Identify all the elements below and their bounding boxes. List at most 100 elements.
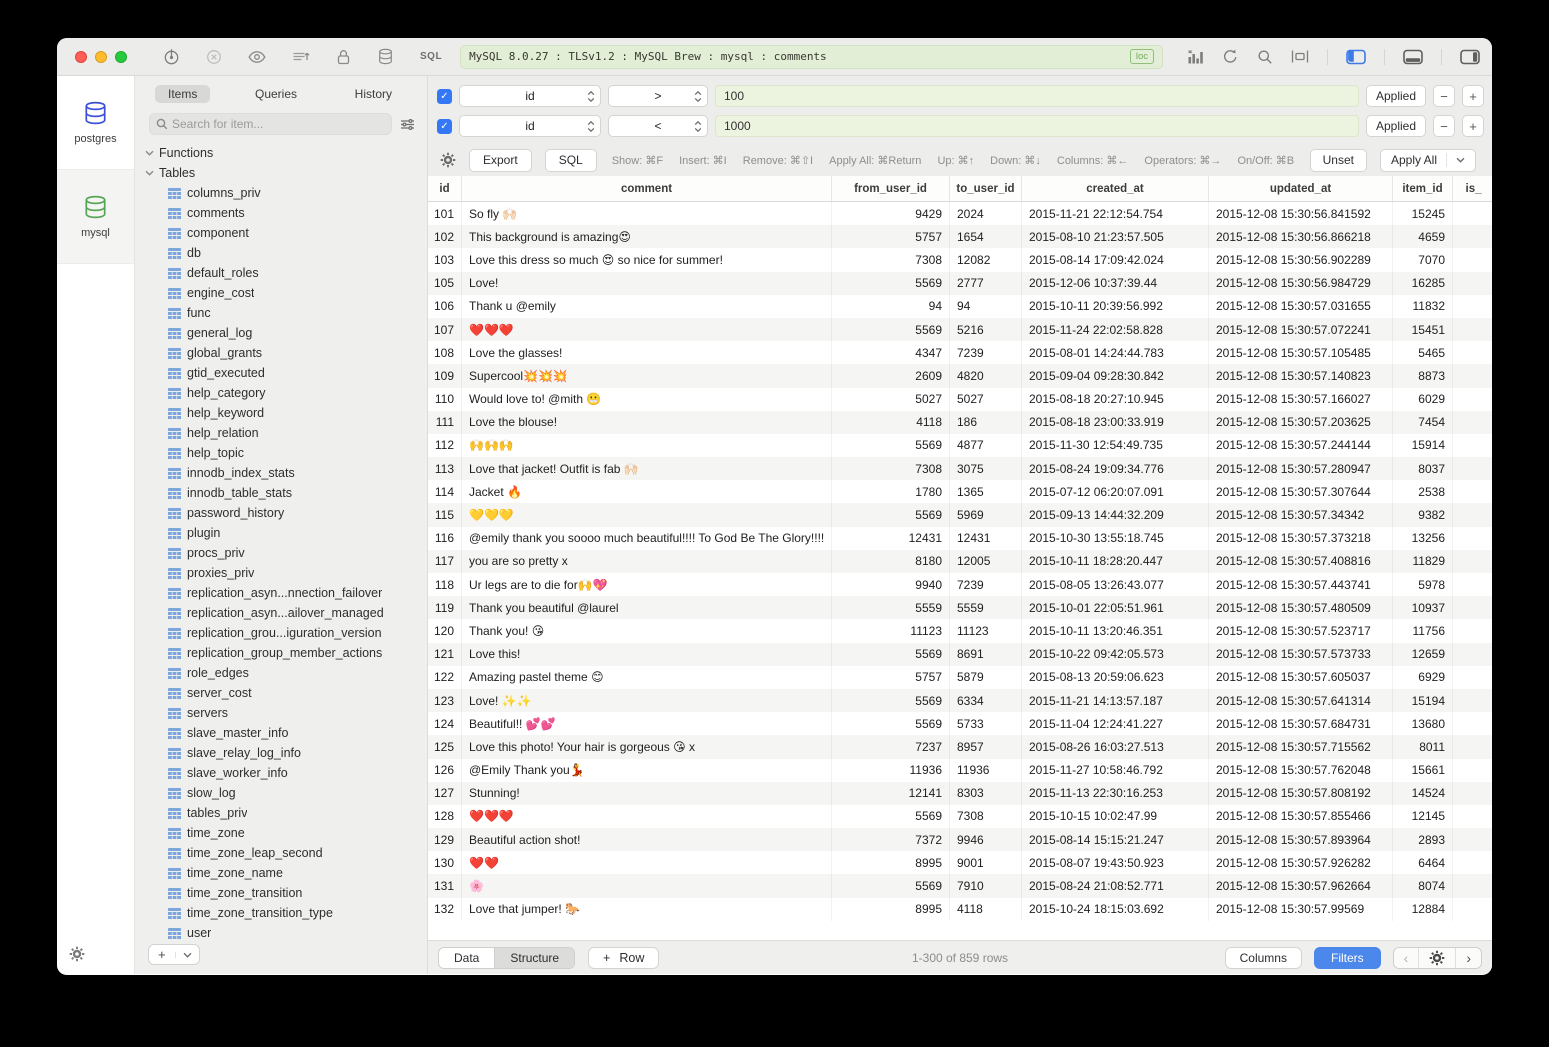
cell-id[interactable]: 126 bbox=[428, 759, 462, 782]
cell-id[interactable]: 113 bbox=[428, 457, 462, 480]
cell-to_user_id[interactable]: 6334 bbox=[950, 689, 1022, 712]
cell-updated_at[interactable]: 2015-12-08 15:30:56.866218 bbox=[1209, 225, 1393, 248]
sidebar-table-item[interactable]: procs_priv bbox=[135, 543, 427, 563]
filter-field-select[interactable]: id bbox=[459, 115, 601, 137]
log-icon[interactable] bbox=[292, 49, 310, 64]
cell-created_at[interactable]: 2015-08-24 19:09:34.776 bbox=[1022, 457, 1209, 480]
filter-operator-select[interactable]: > bbox=[608, 85, 708, 107]
tab-data[interactable]: Data bbox=[439, 948, 494, 968]
connect-icon[interactable] bbox=[163, 48, 180, 65]
sidebar-table-item[interactable]: tables_priv bbox=[135, 803, 427, 823]
cell-comment[interactable]: Stunning! bbox=[462, 782, 832, 805]
cell-created_at[interactable]: 2015-11-21 22:12:54.754 bbox=[1022, 202, 1209, 225]
cell-comment[interactable]: Thank you beautiful @laurel bbox=[462, 596, 832, 619]
cell-is_[interactable] bbox=[1453, 202, 1492, 225]
cell-from_user_id[interactable]: 2609 bbox=[832, 364, 950, 387]
cell-updated_at[interactable]: 2015-12-08 15:30:57.244144 bbox=[1209, 434, 1393, 457]
filter-options-icon[interactable] bbox=[400, 118, 415, 131]
cell-created_at[interactable]: 2015-11-04 12:24:41.227 bbox=[1022, 712, 1209, 735]
sidebar-table-item[interactable]: innodb_table_stats bbox=[135, 483, 427, 503]
toggle-bottom-panel-icon[interactable] bbox=[1403, 49, 1423, 65]
cell-to_user_id[interactable]: 12082 bbox=[950, 248, 1022, 271]
page-settings-gear-icon[interactable] bbox=[1418, 948, 1455, 968]
sidebar-table-item[interactable]: time_zone_transition_type bbox=[135, 903, 427, 923]
cell-comment[interactable]: 🙌🙌🙌 bbox=[462, 434, 832, 457]
filter-enabled-checkbox[interactable] bbox=[437, 89, 452, 104]
table-row[interactable]: 105Love!556927772015-12-06 10:37:39.4420… bbox=[428, 272, 1492, 295]
cell-created_at[interactable]: 2015-10-24 18:15:03.692 bbox=[1022, 898, 1209, 921]
table-row[interactable]: 130❤️❤️899590012015-08-07 19:43:50.92320… bbox=[428, 851, 1492, 874]
remove-filter-button[interactable]: − bbox=[1433, 85, 1455, 107]
cell-is_[interactable] bbox=[1453, 411, 1492, 434]
cell-created_at[interactable]: 2015-11-30 12:54:49.735 bbox=[1022, 434, 1209, 457]
cell-from_user_id[interactable]: 11936 bbox=[832, 759, 950, 782]
sidebar-table-item[interactable]: time_zone bbox=[135, 823, 427, 843]
cell-comment[interactable]: This background is amazing😍 bbox=[462, 225, 832, 248]
cell-to_user_id[interactable]: 3075 bbox=[950, 457, 1022, 480]
cell-to_user_id[interactable]: 5879 bbox=[950, 666, 1022, 689]
cell-to_user_id[interactable]: 94 bbox=[950, 295, 1022, 318]
cell-item_id[interactable]: 15661 bbox=[1393, 759, 1453, 782]
table-row[interactable]: 106Thank u @emily94942015-10-11 20:39:56… bbox=[428, 295, 1492, 318]
cell-is_[interactable] bbox=[1453, 318, 1492, 341]
search-input[interactable] bbox=[172, 117, 385, 131]
cell-updated_at[interactable]: 2015-12-08 15:30:57.523717 bbox=[1209, 619, 1393, 642]
cell-to_user_id[interactable]: 1654 bbox=[950, 225, 1022, 248]
cell-created_at[interactable]: 2015-10-11 20:39:56.992 bbox=[1022, 295, 1209, 318]
add-filter-button[interactable]: + bbox=[1462, 115, 1484, 137]
cell-to_user_id[interactable]: 8691 bbox=[950, 643, 1022, 666]
cell-updated_at[interactable]: 2015-12-08 15:30:57.715562 bbox=[1209, 735, 1393, 758]
table-row[interactable]: 119Thank you beautiful @laurel5559555920… bbox=[428, 596, 1492, 619]
cell-item_id[interactable]: 6464 bbox=[1393, 851, 1453, 874]
column-header-updated_at[interactable]: updated_at bbox=[1209, 176, 1393, 201]
cell-updated_at[interactable]: 2015-12-08 15:30:57.373218 bbox=[1209, 527, 1393, 550]
cell-is_[interactable] bbox=[1453, 782, 1492, 805]
cell-updated_at[interactable]: 2015-12-08 15:30:57.893964 bbox=[1209, 828, 1393, 851]
cell-is_[interactable] bbox=[1453, 457, 1492, 480]
cell-item_id[interactable]: 16285 bbox=[1393, 272, 1453, 295]
unset-button[interactable]: Unset bbox=[1310, 149, 1367, 172]
cell-is_[interactable] bbox=[1453, 341, 1492, 364]
cell-id[interactable]: 132 bbox=[428, 898, 462, 921]
cell-updated_at[interactable]: 2015-12-08 15:30:57.762048 bbox=[1209, 759, 1393, 782]
cell-is_[interactable] bbox=[1453, 388, 1492, 411]
cell-created_at[interactable]: 2015-11-27 10:58:46.792 bbox=[1022, 759, 1209, 782]
cell-is_[interactable] bbox=[1453, 480, 1492, 503]
table-row[interactable]: 131🌸556979102015-08-24 21:08:52.7712015-… bbox=[428, 874, 1492, 897]
cell-comment[interactable]: Amazing pastel theme 😊 bbox=[462, 666, 832, 689]
cell-from_user_id[interactable]: 5027 bbox=[832, 388, 950, 411]
cell-comment[interactable]: 🌸 bbox=[462, 874, 832, 897]
table-row[interactable]: 107❤️❤️❤️556952162015-11-24 22:02:58.828… bbox=[428, 318, 1492, 341]
filter-value-input[interactable] bbox=[715, 115, 1359, 137]
disconnect-icon[interactable] bbox=[206, 49, 222, 65]
cell-is_[interactable] bbox=[1453, 828, 1492, 851]
cell-to_user_id[interactable]: 7239 bbox=[950, 341, 1022, 364]
cell-comment[interactable]: ❤️❤️ bbox=[462, 851, 832, 874]
table-row[interactable]: 127Stunning!1214183032015-11-13 22:30:16… bbox=[428, 782, 1492, 805]
sidebar-table-item[interactable]: component bbox=[135, 223, 427, 243]
cell-is_[interactable] bbox=[1453, 527, 1492, 550]
cell-to_user_id[interactable]: 12431 bbox=[950, 527, 1022, 550]
cell-to_user_id[interactable]: 12005 bbox=[950, 550, 1022, 573]
cell-from_user_id[interactable]: 11123 bbox=[832, 619, 950, 642]
cell-created_at[interactable]: 2015-08-14 17:09:42.024 bbox=[1022, 248, 1209, 271]
table-row[interactable]: 121Love this!556986912015-10-22 09:42:05… bbox=[428, 643, 1492, 666]
sidebar-table-item[interactable]: proxies_priv bbox=[135, 563, 427, 583]
cell-created_at[interactable]: 2015-08-10 21:23:57.505 bbox=[1022, 225, 1209, 248]
cell-from_user_id[interactable]: 5569 bbox=[832, 805, 950, 828]
cell-item_id[interactable]: 12884 bbox=[1393, 898, 1453, 921]
cell-from_user_id[interactable]: 7308 bbox=[832, 457, 950, 480]
sidebar-table-item[interactable]: servers bbox=[135, 703, 427, 723]
cell-updated_at[interactable]: 2015-12-08 15:30:57.203625 bbox=[1209, 411, 1393, 434]
filter-operator-select[interactable]: < bbox=[608, 115, 708, 137]
cell-from_user_id[interactable]: 7372 bbox=[832, 828, 950, 851]
cell-comment[interactable]: 💛💛💛 bbox=[462, 503, 832, 526]
cell-updated_at[interactable]: 2015-12-08 15:30:57.307644 bbox=[1209, 480, 1393, 503]
cell-item_id[interactable]: 7454 bbox=[1393, 411, 1453, 434]
tab-queries[interactable]: Queries bbox=[242, 85, 310, 103]
search-icon[interactable] bbox=[1257, 49, 1273, 65]
cell-is_[interactable] bbox=[1453, 596, 1492, 619]
cell-id[interactable]: 102 bbox=[428, 225, 462, 248]
cell-from_user_id[interactable]: 7308 bbox=[832, 248, 950, 271]
sidebar-table-item[interactable]: user bbox=[135, 923, 427, 943]
